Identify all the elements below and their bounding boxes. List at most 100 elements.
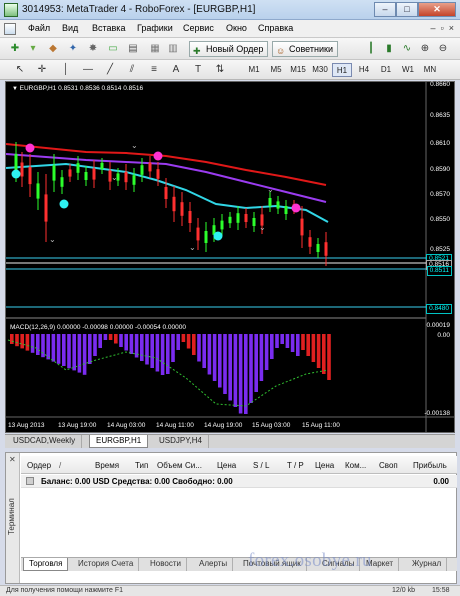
- tf-h4[interactable]: H4: [354, 63, 374, 77]
- tab-usdcad-weekly[interactable]: USDCAD,Weekly: [7, 435, 83, 448]
- tf-d1[interactable]: D1: [376, 63, 396, 77]
- maximize-button[interactable]: □: [396, 2, 418, 17]
- bar-chart-icon[interactable]: ┃: [364, 41, 378, 57]
- minimize-button[interactable]: ‒: [374, 2, 396, 17]
- tf-m5[interactable]: M5: [266, 63, 286, 77]
- menu-tools[interactable]: Сервис: [183, 23, 214, 33]
- macd-bar: [51, 334, 56, 362]
- line-chart-icon[interactable]: ∿: [400, 41, 414, 57]
- tab-account-history[interactable]: История Счета: [73, 558, 140, 571]
- profiles-icon[interactable]: ▾: [26, 41, 40, 57]
- candle-chart-icon[interactable]: ▮: [382, 41, 396, 57]
- market-watch-icon[interactable]: ◆: [46, 41, 60, 57]
- col-tp[interactable]: T / P: [287, 461, 304, 470]
- signal-dot: [153, 151, 163, 161]
- chart-window[interactable]: ⌄ ⌄ ⌄ ⌄ ⌄ ⌄ ▼ EURGBP,H1 0.8531 0.8536 0.8514 …: [5, 81, 455, 433]
- col-volume[interactable]: Объем: [157, 461, 183, 470]
- arrows-icon[interactable]: ⇅: [214, 62, 226, 78]
- col-symbol[interactable]: Си...: [185, 461, 202, 470]
- macd-tick: 0.00: [437, 332, 450, 339]
- fractal-marker: ⌄: [49, 235, 56, 244]
- col-order[interactable]: Ордер: [27, 461, 51, 470]
- price-chart[interactable]: ⌄ ⌄ ⌄ ⌄ ⌄ ⌄: [6, 82, 454, 432]
- menu-window[interactable]: Окно: [226, 23, 247, 33]
- col-sl[interactable]: S / L: [253, 461, 269, 470]
- menu-insert[interactable]: Вставка: [92, 23, 125, 33]
- new-order-label: Новый Ордер: [206, 44, 264, 54]
- fractal-marker: ⌄: [131, 141, 138, 150]
- chart-window-icon[interactable]: [4, 23, 16, 35]
- col-swap[interactable]: Своп: [379, 461, 398, 470]
- zoom-out-icon[interactable]: ⊖: [436, 41, 450, 57]
- new-order-button[interactable]: ✚ Новый Ордер: [189, 41, 269, 57]
- mdi-restore-button[interactable]: ▫: [441, 23, 444, 33]
- tf-w1[interactable]: W1: [398, 63, 418, 77]
- tf-mn[interactable]: MN: [420, 63, 440, 77]
- new-chart-icon[interactable]: ✚: [8, 41, 22, 57]
- candle-body: [164, 187, 168, 199]
- macd-bar: [176, 334, 180, 350]
- tab-trade[interactable]: Торговля: [23, 558, 69, 571]
- menu-charts[interactable]: Графики: [137, 23, 173, 33]
- data-window-icon[interactable]: ✦: [66, 41, 80, 57]
- label-icon[interactable]: T: [192, 62, 204, 78]
- chart-collapse-icon: ▼: [12, 86, 20, 92]
- navigator-icon[interactable]: ✸: [86, 41, 100, 57]
- col-time[interactable]: Время: [95, 461, 119, 470]
- candle-body: [252, 218, 256, 226]
- advisors-button[interactable]: ☺ Советники: [272, 41, 338, 57]
- crosshair-icon[interactable]: ✛: [36, 62, 48, 78]
- fibo-icon[interactable]: ≡: [148, 62, 160, 78]
- vertical-line-icon[interactable]: │: [60, 62, 72, 78]
- col-type[interactable]: Тип: [135, 461, 148, 470]
- tester-icon[interactable]: ▤: [126, 41, 140, 57]
- col-price[interactable]: Цена: [217, 461, 236, 470]
- macd-bar: [145, 334, 149, 365]
- candle-body: [20, 162, 24, 177]
- tf-m30[interactable]: M30: [310, 63, 330, 77]
- price-tick: 0.8525: [430, 246, 450, 253]
- terminal-close-icon[interactable]: ✕: [9, 455, 16, 464]
- price-tick: 0.8550: [430, 216, 450, 223]
- price-tick: 0.8635: [430, 112, 450, 119]
- macd-bar: [36, 334, 40, 355]
- mdi-minimize-button[interactable]: –: [431, 23, 436, 33]
- status-traffic: 12/0 kb: [392, 587, 415, 594]
- zoom-in-icon[interactable]: ⊕: [418, 41, 432, 57]
- menu-view[interactable]: Вид: [62, 23, 78, 33]
- script-icon[interactable]: ▥: [166, 41, 180, 57]
- signal-dot: [25, 143, 35, 153]
- tf-h1[interactable]: H1: [332, 63, 352, 77]
- signal-dot: [291, 203, 301, 213]
- price-tick: 0.8590: [430, 166, 450, 173]
- macd-bar: [67, 334, 71, 369]
- tf-m1[interactable]: M1: [244, 63, 264, 77]
- menu-help[interactable]: Справка: [258, 23, 293, 33]
- balance-row[interactable]: Баланс: 0.00 USD Средства: 0.00 Свободно…: [21, 475, 457, 488]
- terminal-icon[interactable]: ▭: [106, 41, 120, 57]
- price-tick: 0.8570: [430, 191, 450, 198]
- cursor-icon[interactable]: ↖: [14, 62, 26, 78]
- tab-eurgbp-h1[interactable]: EURGBP,H1: [89, 435, 149, 448]
- menu-file[interactable]: Файл: [28, 23, 50, 33]
- col-commission[interactable]: Ком...: [345, 461, 366, 470]
- col-profit[interactable]: Прибыль: [413, 461, 447, 470]
- channel-icon[interactable]: ⫽: [126, 62, 138, 78]
- horizontal-line-icon[interactable]: ―: [82, 62, 94, 78]
- col-current-price[interactable]: Цена: [315, 461, 334, 470]
- tf-m15[interactable]: M15: [288, 63, 308, 77]
- tab-usdjpy-h4[interactable]: USDJPY,H4: [153, 435, 209, 448]
- text-icon[interactable]: A: [170, 62, 182, 78]
- mdi-close-button[interactable]: ×: [449, 23, 454, 33]
- tab-news[interactable]: Новости: [145, 558, 187, 571]
- status-bar: Для получения помощи нажмите F1 12/0 kb …: [0, 585, 460, 596]
- editor-icon[interactable]: ▦: [148, 41, 162, 57]
- candle-body: [52, 165, 56, 181]
- tab-journal[interactable]: Журнал: [407, 558, 448, 571]
- macd-bar: [212, 334, 217, 381]
- close-button[interactable]: ✕: [418, 2, 456, 17]
- fractal-marker: ⌄: [259, 223, 266, 232]
- trendline-icon[interactable]: ╱: [104, 62, 116, 78]
- tab-alerts[interactable]: Алерты: [194, 558, 234, 571]
- main-toolbar: ✚ ▾ ◆ ✦ ✸ ▭ ▤ ▦ ▥ ✚ Новый Ордер ☺ Советн…: [0, 38, 460, 60]
